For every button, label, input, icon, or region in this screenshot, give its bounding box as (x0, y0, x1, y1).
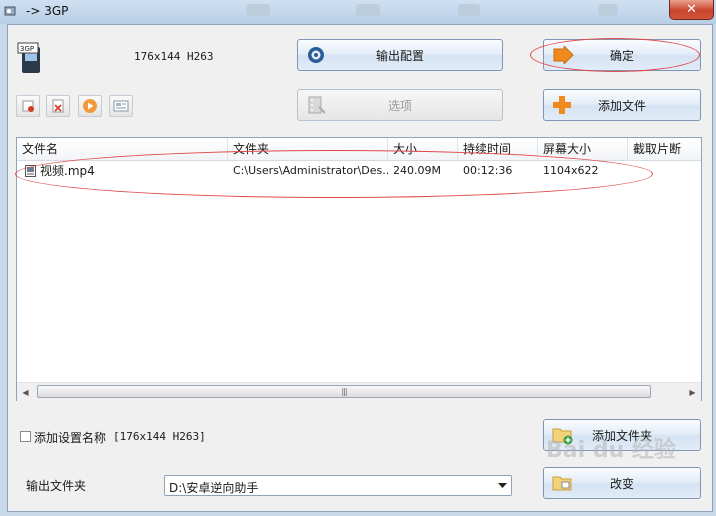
ok-label: 确定 (609, 48, 634, 63)
clear-list-button[interactable] (46, 95, 70, 117)
scroll-right-icon[interactable]: ▶ (684, 383, 701, 401)
column-header-duration[interactable]: 持续时间 (458, 138, 538, 160)
info-button[interactable] (109, 95, 133, 117)
output-folder-label: 输出文件夹 (26, 479, 87, 493)
change-label: 改变 (609, 476, 634, 491)
duration-cell: 00:12:36 (463, 164, 513, 177)
film-icon (308, 96, 326, 114)
clip-cell (628, 161, 701, 181)
add-file-button[interactable]: 添加文件 (543, 89, 701, 121)
close-icon: ✕ (686, 2, 697, 17)
column-header-name[interactable]: 文件名 (17, 138, 228, 160)
screen-size-cell: 1104x622 (543, 164, 599, 177)
scrollbar-thumb[interactable]: ||| (37, 385, 651, 398)
svg-text:3GP: 3GP (20, 45, 34, 53)
column-header-screen-size[interactable]: 屏幕大小 (538, 138, 628, 160)
folder-icon (552, 476, 572, 491)
delete-icon (52, 99, 64, 113)
scroll-left-icon[interactable]: ◀ (17, 383, 34, 401)
horizontal-scrollbar[interactable]: ◀ ||| ▶ (17, 382, 701, 401)
title-bar: -> 3GP ✕ (0, 0, 716, 24)
play-icon (83, 99, 97, 113)
3gp-format-icon: 3GP (17, 42, 40, 73)
add-folder-label: 添加文件夹 (591, 428, 652, 443)
folder-cell: C:\Users\Administrator\Des... (233, 164, 388, 177)
output-config-button[interactable]: 输出配置 (297, 39, 503, 71)
add-folder-button[interactable]: 添加文件夹 (543, 419, 701, 451)
settings-icon (308, 47, 324, 63)
media-info-icon (113, 100, 129, 112)
add-setting-name-label: 添加设置名称 (34, 431, 107, 445)
output-folder-value: D:\安卓逆向助手 (169, 481, 259, 495)
app-icon (4, 6, 16, 16)
dropdown-arrow-icon[interactable] (493, 476, 511, 495)
ok-button[interactable]: 确定 (543, 39, 701, 71)
output-config-label: 输出配置 (375, 48, 424, 63)
blurred-background (598, 4, 618, 16)
list-header: 文件名 文件夹 大小 持续时间 屏幕大小 截取片断 (17, 138, 701, 161)
options-button[interactable]: 选项 (297, 89, 503, 121)
remove-item-button[interactable] (16, 95, 40, 117)
plus-icon (553, 96, 571, 114)
setting-name-value: [176x144 H263] (113, 430, 206, 443)
arrow-right-icon (553, 46, 574, 64)
file-name-cell: 视频.mp4 (40, 164, 95, 178)
play-button[interactable] (78, 95, 102, 117)
add-file-label: 添加文件 (597, 98, 646, 113)
folder-add-icon (552, 428, 573, 445)
output-folder-select[interactable]: D:\安卓逆向助手 (164, 475, 512, 496)
file-list[interactable]: 文件名 文件夹 大小 持续时间 屏幕大小 截取片断 视频.mp4 C:\User… (16, 137, 702, 401)
options-label: 选项 (387, 98, 412, 113)
blurred-background (246, 4, 270, 16)
column-header-size[interactable]: 大小 (388, 138, 458, 160)
close-button[interactable]: ✕ (669, 0, 714, 20)
size-cell: 240.09M (393, 164, 441, 177)
main-panel: 3GP 176x144 H263 输出配置 确定 选项 添加文件 文件名 文件夹… (7, 24, 713, 512)
table-row[interactable]: 视频.mp4 C:\Users\Administrator\Des... 240… (17, 161, 701, 181)
add-setting-name-checkbox[interactable] (20, 431, 31, 442)
remove-icon (22, 100, 34, 112)
change-button[interactable]: 改变 (543, 467, 701, 499)
blurred-background (458, 4, 480, 16)
blurred-background (356, 4, 380, 16)
format-description: 176x144 H263 (134, 50, 214, 63)
column-header-clip[interactable]: 截取片断 (628, 138, 701, 160)
window-title: -> 3GP (26, 4, 69, 18)
column-header-folder[interactable]: 文件夹 (228, 138, 388, 160)
